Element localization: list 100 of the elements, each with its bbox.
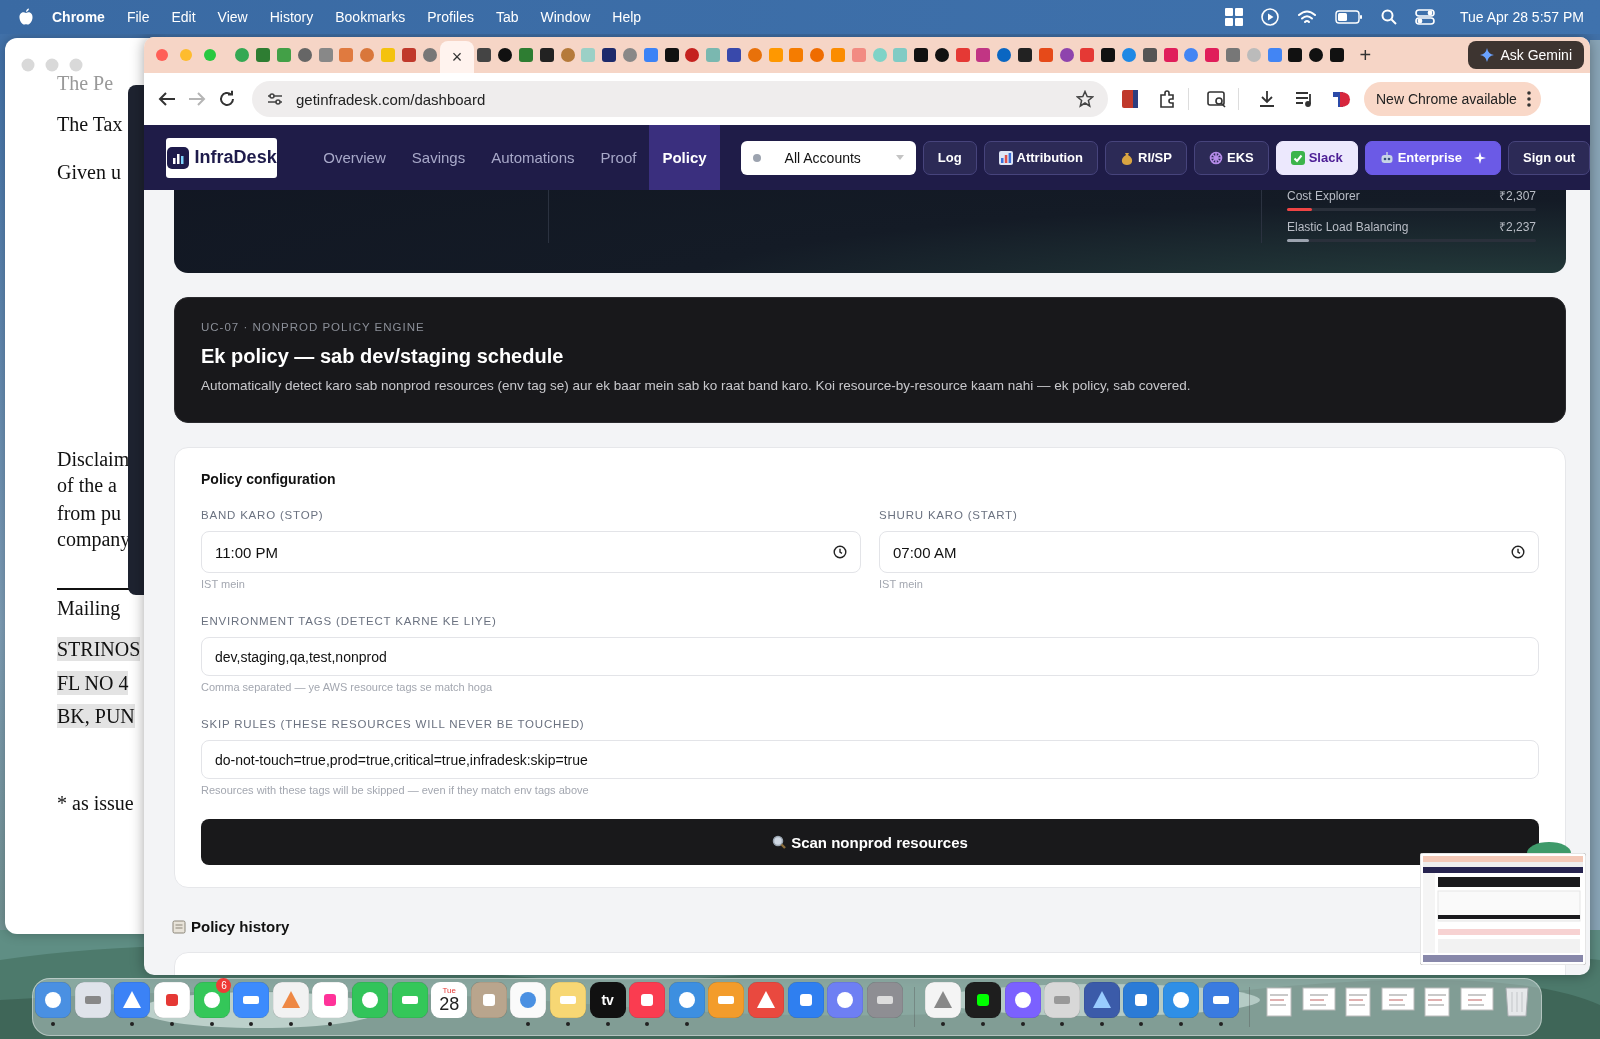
menu-item[interactable]: Tab (484, 9, 530, 25)
action-button[interactable]: Attribution (983, 140, 1098, 175)
field-label: SKIP RULES (THESE RESOURCES WILL NEVER BE TOUCHED) (201, 717, 586, 732)
field-hint: Comma separated — ye AWS resource tags se match hoga (201, 680, 494, 694)
action-button[interactable]: EKS (1193, 140, 1269, 175)
favicon-icon (1267, 48, 1282, 62)
back-icon[interactable] (158, 91, 176, 107)
play-icon[interactable] (1261, 8, 1279, 26)
banner-description: Automatically detect karo sab nonprod resources (env tag se) aur ek baar mein sab ko raat band karo. Koi resource-by-resource kaam nahi — ek policy, sab covered. (201, 377, 1192, 395)
favicon-icon (789, 48, 804, 62)
metric-value: ₹2,307 (1498, 188, 1536, 204)
screenshot-thumbnail[interactable] (1420, 853, 1586, 965)
time-field[interactable]: 11:00 PM (201, 531, 861, 573)
document-text: FL NO 4 (57, 671, 129, 695)
floating-button[interactable] (1527, 842, 1571, 853)
battery-icon[interactable] (1335, 10, 1363, 24)
favicon-icon (1038, 48, 1053, 62)
action-button[interactable]: Sign out (1508, 140, 1590, 175)
favicon-icon (1018, 48, 1033, 62)
status-dot-icon (752, 153, 761, 162)
document-text: Disclaim (57, 447, 131, 471)
window-controls[interactable] (156, 49, 216, 61)
search-icon[interactable] (1381, 9, 1397, 25)
favicon-icon (1330, 48, 1345, 62)
clock-icon[interactable] (833, 545, 847, 559)
menu-item[interactable]: Help (601, 9, 653, 25)
nav-tab[interactable]: Policy (649, 125, 720, 190)
time-field[interactable]: 07:00 AM (879, 531, 1539, 573)
download-icon[interactable] (1258, 90, 1276, 108)
field-hint: Resources with these tags will be skipped — even if they match env tags above (201, 783, 590, 797)
favicon-icon (1288, 48, 1303, 62)
favicon-icon (1142, 48, 1157, 62)
menu-item[interactable]: File (115, 9, 161, 25)
wifi-icon[interactable] (1297, 9, 1317, 25)
gemini-button[interactable]: Ask Gemini (1468, 41, 1584, 69)
input-field[interactable]: do-not-touch=true,prod=true,critical=true,infradesk:skip=true (201, 740, 1539, 779)
favicon-icon (602, 48, 617, 62)
favicon-icon (997, 48, 1012, 62)
favicon-icon (297, 48, 312, 62)
notepad-icon (172, 920, 186, 934)
grid-icon[interactable] (1225, 8, 1243, 26)
clock-icon[interactable] (1511, 545, 1525, 559)
site-info-icon[interactable] (266, 91, 284, 107)
menu-item[interactable]: Edit (160, 9, 207, 25)
field-label: ENVIRONMENT TAGS (DETECT KARNE KE LIYE) (201, 614, 498, 629)
menu-item[interactable]: View (206, 9, 259, 25)
control-center-icon[interactable] (1415, 9, 1435, 25)
favicon-icon (1080, 48, 1095, 62)
favicon-icon (622, 48, 637, 62)
favicon-icon (934, 48, 949, 62)
favicon-icon (1309, 48, 1324, 62)
favicon-icon (851, 48, 866, 62)
logo[interactable]: InfraDesk (166, 137, 278, 178)
new-tab-button[interactable]: + (1359, 43, 1372, 67)
puzzle-icon[interactable] (1158, 90, 1176, 108)
metric-value: ₹2,237 (1498, 219, 1536, 235)
more-icon (1526, 91, 1531, 107)
action-button[interactable]: Log (922, 140, 977, 175)
apple-icon (18, 8, 34, 26)
field-hint: IST mein (201, 577, 246, 591)
document-text: The Tax (57, 112, 124, 136)
document-text: of the a (57, 473, 118, 497)
metric-name: Cost Explorer (1287, 188, 1360, 204)
reload-icon[interactable] (218, 90, 236, 108)
search-icon (772, 835, 787, 849)
update-button[interactable]: New Chrome available (1364, 82, 1541, 116)
media-queue-icon[interactable] (1295, 91, 1313, 107)
menu-item[interactable]: History (258, 9, 325, 25)
input-field[interactable]: dev,staging,qa,test,nonprod (201, 637, 1539, 676)
nav-tab[interactable]: Savings (398, 125, 479, 190)
nav-tab[interactable]: Overview (310, 125, 399, 190)
favicon-icon (277, 48, 291, 62)
book-icon[interactable] (1122, 90, 1138, 108)
metric-name: Elastic Load Balancing (1287, 219, 1409, 235)
nav-tab[interactable]: Automations (478, 125, 588, 190)
favicon-icon (726, 48, 741, 62)
address-bar[interactable]: getinfradesk.com/dashboard (252, 81, 1108, 117)
document-text: Given u (57, 160, 122, 184)
scan-button[interactable]: Scan nonprod resources (201, 819, 1539, 865)
extension-icon[interactable] (1331, 89, 1351, 109)
favicon-icon (1163, 48, 1178, 62)
menu-item[interactable]: Bookmarks (324, 9, 417, 25)
action-button[interactable]: Enterprise (1364, 140, 1501, 175)
browser-tab[interactable]: × (439, 41, 474, 73)
star-icon[interactable] (1076, 90, 1094, 108)
action-button[interactable]: RI/SP (1105, 140, 1187, 175)
card-title: Policy configuration (201, 471, 337, 487)
menu-item[interactable]: Profiles (416, 9, 485, 25)
menu-item[interactable]: Chrome (34, 9, 116, 25)
sparkle-icon (1480, 48, 1495, 62)
account-select[interactable]: All Accounts (740, 140, 916, 175)
favicon-icon (706, 48, 721, 62)
document-text: * as issue (57, 791, 135, 815)
action-button[interactable]: Slack (1275, 140, 1358, 175)
favicon-icon (955, 48, 970, 62)
clock[interactable]: Tue Apr 28 5:57 PM (1460, 9, 1584, 25)
menu-item[interactable]: Window (529, 9, 602, 25)
favicon-icon (830, 48, 845, 62)
tab-search-icon[interactable] (1207, 90, 1227, 108)
nav-tab[interactable]: Proof (587, 125, 650, 190)
